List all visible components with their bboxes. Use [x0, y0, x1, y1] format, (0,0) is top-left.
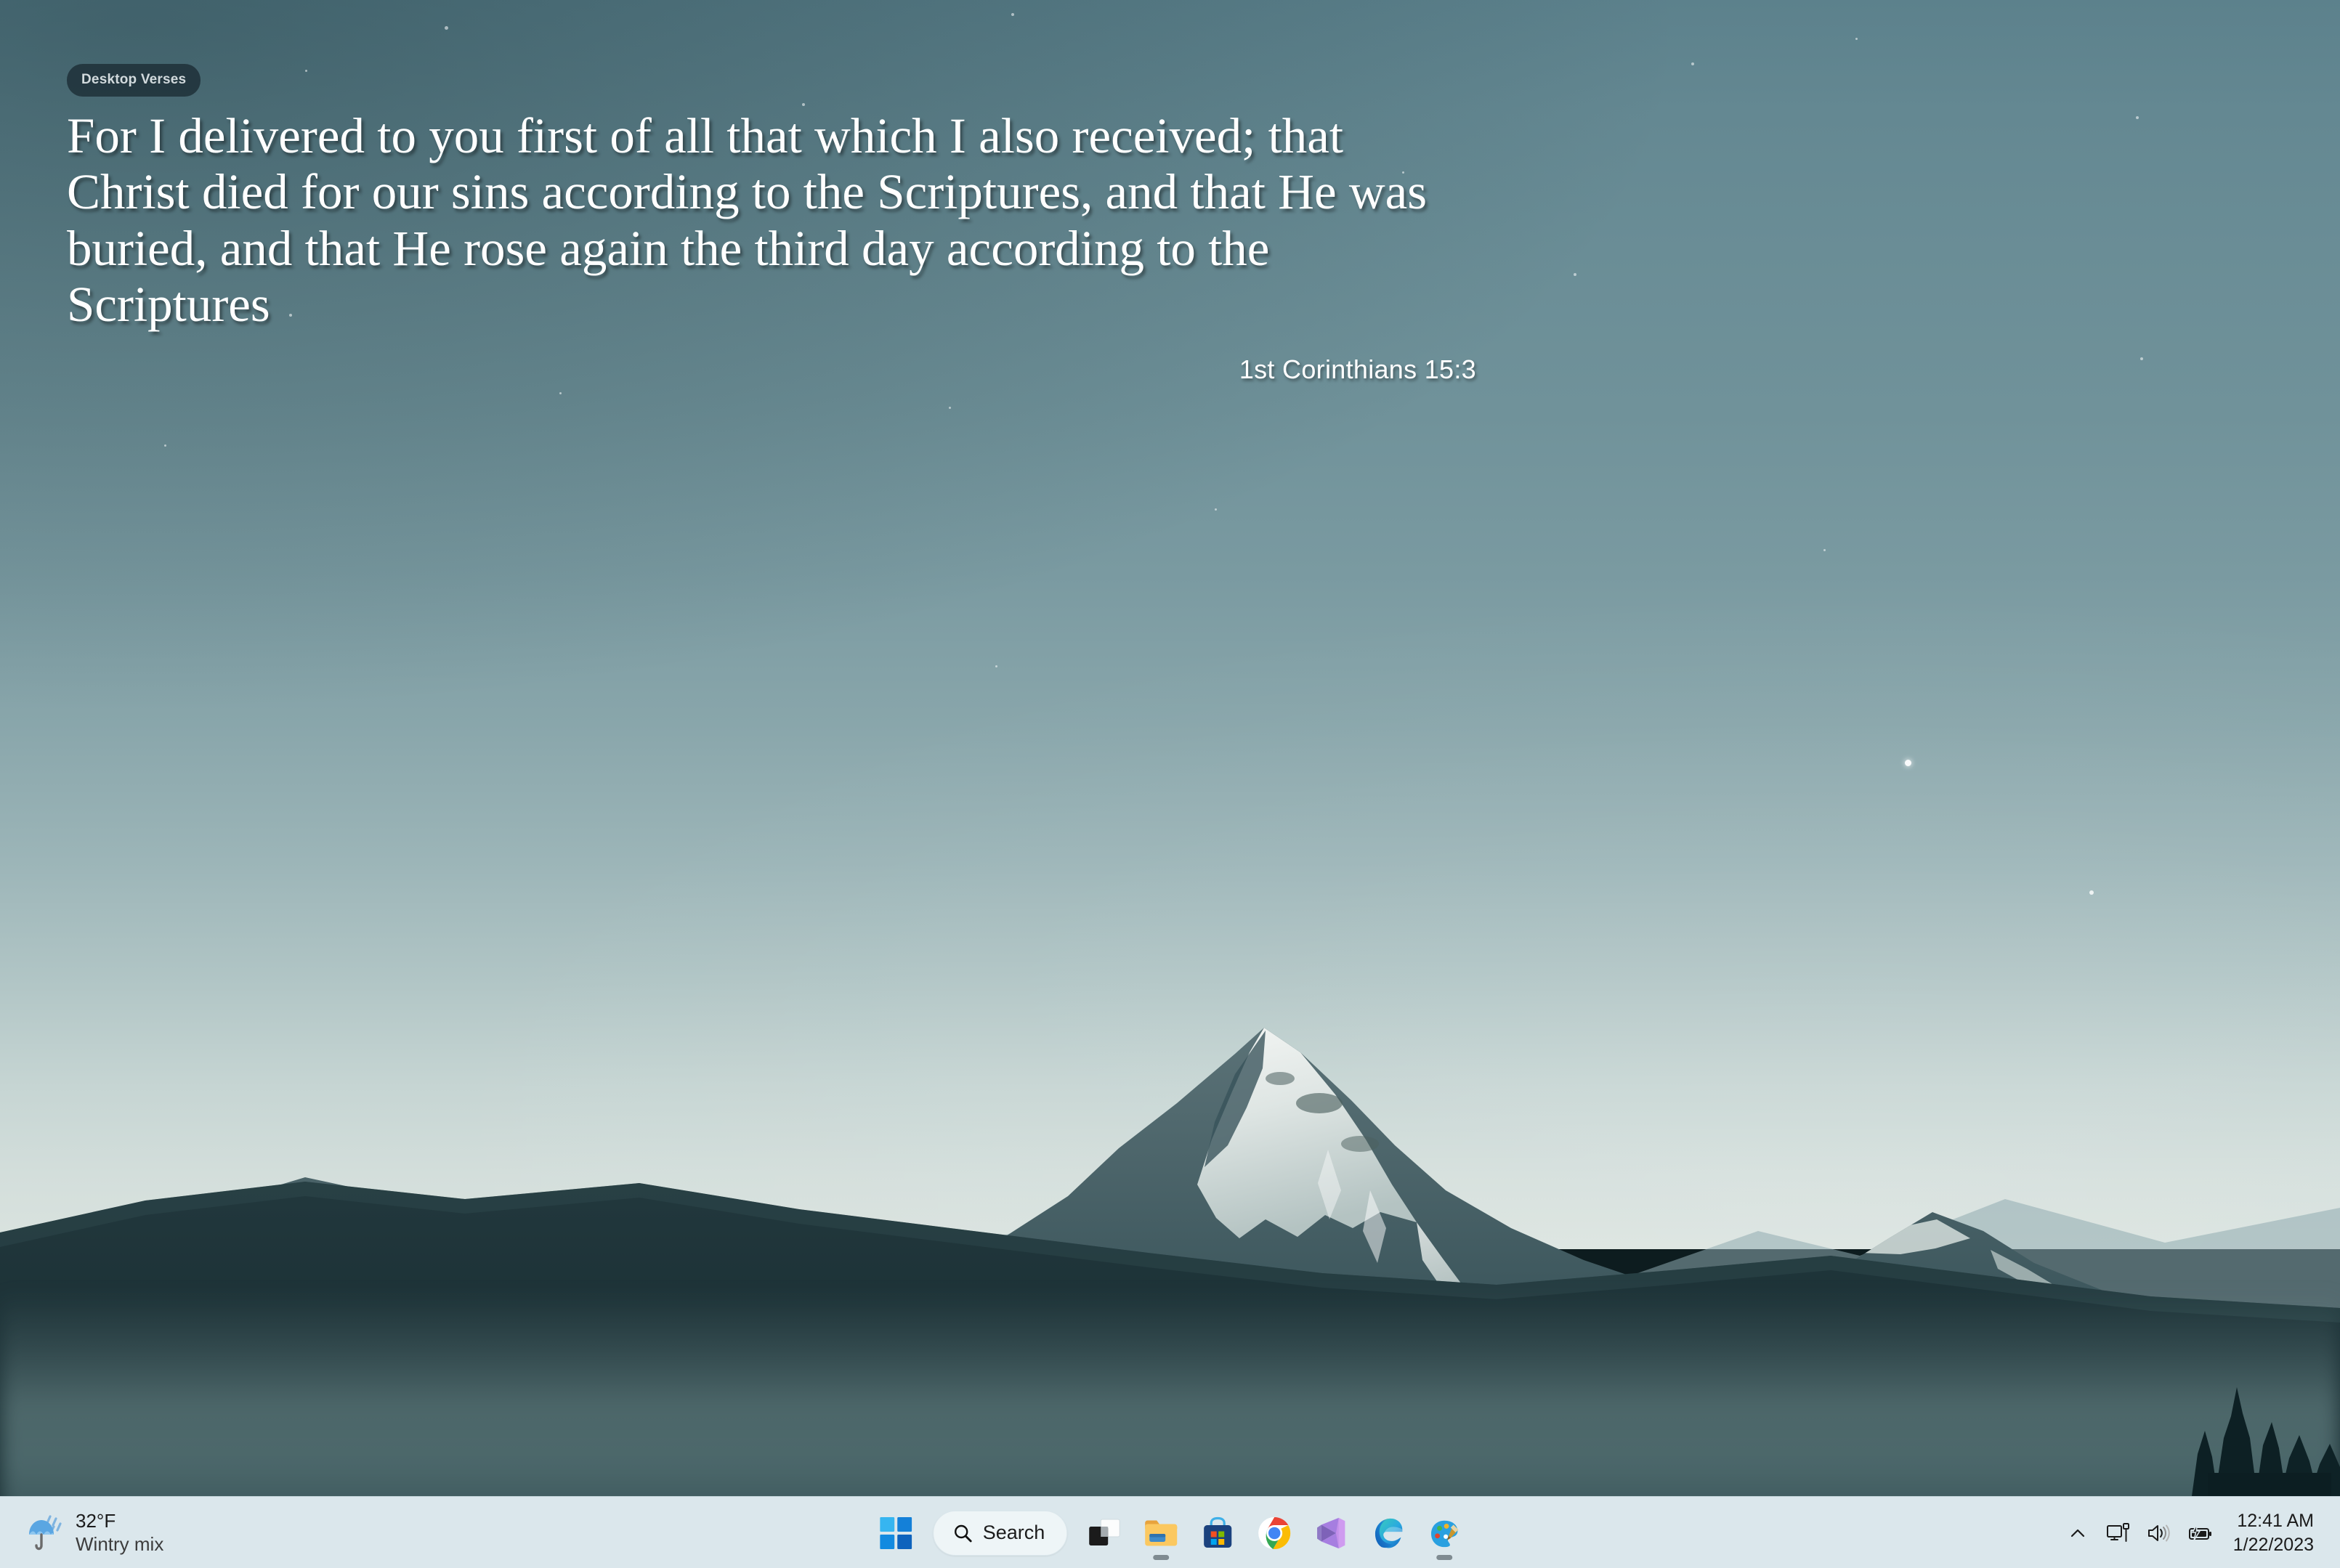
battery-button[interactable] — [2179, 1509, 2220, 1557]
visual-studio-button[interactable] — [1303, 1505, 1359, 1561]
microsoft-edge-button[interactable] — [1359, 1505, 1416, 1561]
start-button[interactable] — [867, 1505, 924, 1561]
weather-condition: Wintry mix — [76, 1532, 163, 1556]
mountain-foreground — [0, 1045, 2340, 1568]
network-button[interactable] — [2098, 1509, 2139, 1557]
taskbar-center-cluster: Search — [867, 1497, 1473, 1568]
windows-logo-icon — [880, 1517, 912, 1549]
umbrella-rain-icon — [26, 1512, 64, 1553]
speaker-icon — [2147, 1522, 2171, 1544]
search-label: Search — [983, 1522, 1045, 1544]
paint-button[interactable] — [1416, 1505, 1473, 1561]
system-tray[interactable]: 12:41 AM 1/22/2023 — [2057, 1497, 2340, 1568]
chrome-icon — [1258, 1516, 1291, 1550]
file-explorer-button[interactable] — [1133, 1505, 1189, 1561]
pine-trees-silhouette — [2122, 1329, 2340, 1496]
weather-widget[interactable]: 32°F Wintry mix — [0, 1497, 163, 1568]
weather-temperature: 32°F — [76, 1509, 163, 1533]
paint-palette-icon — [1428, 1516, 1461, 1550]
edge-icon — [1371, 1516, 1404, 1550]
show-hidden-icons-button[interactable] — [2057, 1509, 2098, 1557]
clock[interactable]: 12:41 AM 1/22/2023 — [2220, 1509, 2321, 1557]
clock-date: 1/22/2023 — [2233, 1533, 2314, 1557]
microsoft-store-button[interactable] — [1189, 1505, 1246, 1561]
clock-time: 12:41 AM — [2237, 1509, 2314, 1533]
search-input[interactable]: Search — [933, 1511, 1068, 1556]
google-chrome-button[interactable] — [1246, 1505, 1303, 1561]
task-view-icon — [1088, 1518, 1121, 1548]
visual-studio-icon — [1314, 1516, 1348, 1550]
chevron-up-icon — [2067, 1522, 2089, 1544]
task-view-button[interactable] — [1076, 1505, 1133, 1561]
taskbar[interactable]: 32°F Wintry mix — [0, 1496, 2340, 1568]
search-icon — [952, 1523, 973, 1543]
battery-charging-icon — [2187, 1523, 2213, 1543]
volume-button[interactable] — [2139, 1509, 2179, 1557]
store-bag-icon — [1202, 1516, 1234, 1550]
folder-icon — [1143, 1518, 1178, 1548]
desktop[interactable]: Desktop Verses For I delivered to you fi… — [0, 0, 2340, 1568]
desktop-verses-badge[interactable]: Desktop Verses — [67, 64, 201, 97]
network-monitor-icon — [2106, 1522, 2131, 1545]
